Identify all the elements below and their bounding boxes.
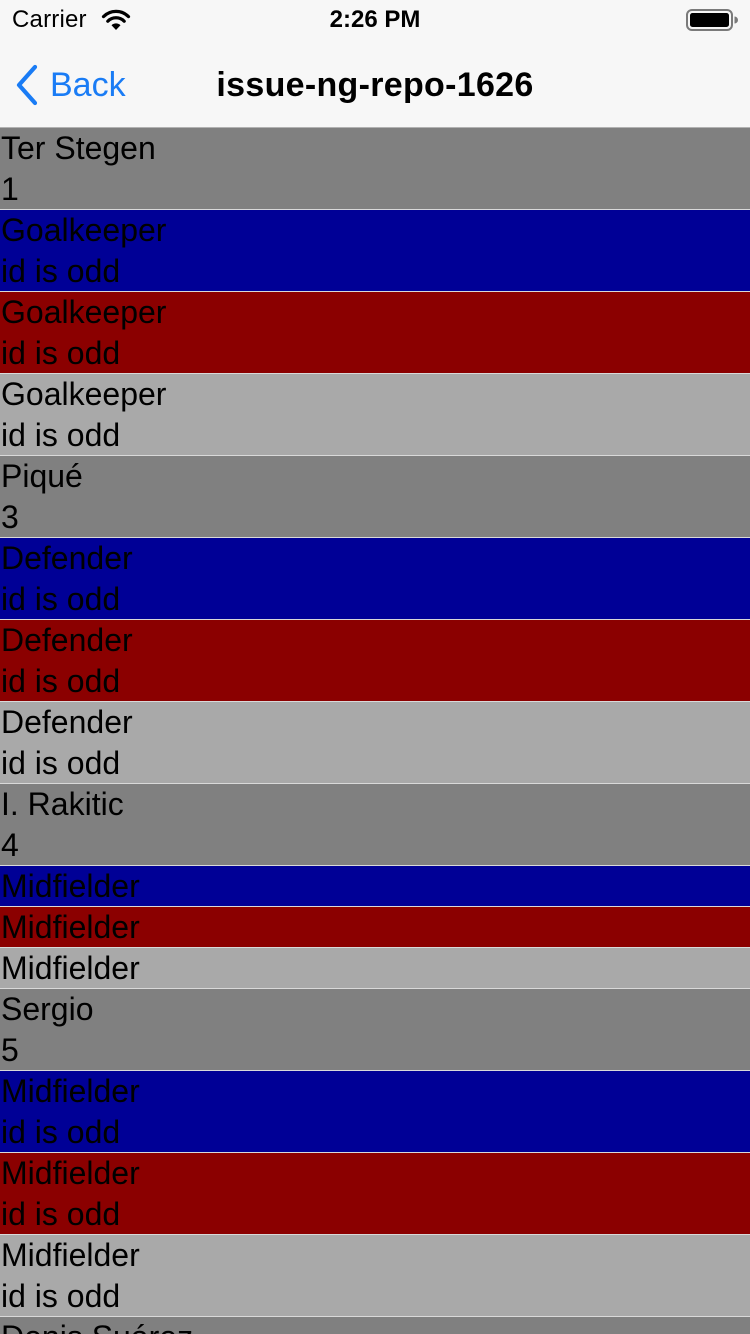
- id-parity-label: id is odd: [1, 1278, 121, 1314]
- position-label: Goalkeeper: [1, 376, 167, 412]
- id-parity-label: id is odd: [1, 1114, 121, 1150]
- player-name: Sergio: [1, 991, 94, 1027]
- player-name: I. Rakitic: [1, 786, 124, 822]
- navigation-bar: Back issue-ng-repo-1626: [0, 40, 750, 128]
- list-item[interactable]: Midfielder: [0, 866, 750, 907]
- list-item[interactable]: Defender id is odd: [0, 538, 750, 620]
- list-item[interactable]: Defender id is odd: [0, 702, 750, 784]
- list-item[interactable]: Midfielder id is odd: [0, 1153, 750, 1235]
- position-label: Midfielder: [1, 868, 140, 904]
- list-item[interactable]: Piqué 3: [0, 456, 750, 538]
- list-item[interactable]: Goalkeeper id is odd: [0, 374, 750, 456]
- position-label: Goalkeeper: [1, 294, 167, 330]
- position-label: Defender: [1, 704, 133, 740]
- list-item[interactable]: I. Rakitic 4: [0, 784, 750, 866]
- position-label: Defender: [1, 540, 133, 576]
- position-label: Midfielder: [1, 1237, 140, 1273]
- player-id: 1: [1, 171, 19, 207]
- id-parity-label: id is odd: [1, 581, 121, 617]
- position-label: Defender: [1, 622, 133, 658]
- position-label: Goalkeeper: [1, 212, 167, 248]
- status-bar: Carrier 2:26 PM: [0, 0, 750, 40]
- id-parity-label: id is odd: [1, 253, 121, 289]
- list-item[interactable]: Midfielder: [0, 907, 750, 948]
- list-item[interactable]: Ter Stegen 1: [0, 128, 750, 210]
- id-parity-label: id is odd: [1, 663, 121, 699]
- position-label: Midfielder: [1, 1155, 140, 1191]
- id-parity-label: id is odd: [1, 335, 121, 371]
- battery-icon: [686, 9, 738, 31]
- list-item[interactable]: Goalkeeper id is odd: [0, 292, 750, 374]
- player-name: Piqué: [1, 458, 83, 494]
- player-id: 5: [1, 1032, 19, 1068]
- list-item[interactable]: Defender id is odd: [0, 620, 750, 702]
- clock: 2:26 PM: [329, 6, 421, 33]
- position-label: Midfielder: [1, 1073, 140, 1109]
- player-name: Denis Suárez: [0, 1317, 750, 1334]
- id-parity-label: id is odd: [1, 417, 121, 453]
- position-label: Midfielder: [1, 909, 140, 945]
- id-parity-label: id is odd: [1, 745, 121, 781]
- list-item[interactable]: Denis Suárez: [0, 1317, 750, 1334]
- player-name: Ter Stegen: [1, 130, 156, 166]
- player-id: 4: [1, 827, 19, 863]
- position-label: Midfielder: [1, 950, 140, 986]
- list-item[interactable]: Midfielder id is odd: [0, 1235, 750, 1317]
- list-item[interactable]: Sergio 5: [0, 989, 750, 1071]
- player-list[interactable]: Ter Stegen 1 Goalkeeper id is odd Goalke…: [0, 128, 750, 1334]
- list-item[interactable]: Goalkeeper id is odd: [0, 210, 750, 292]
- list-item[interactable]: Midfielder id is odd: [0, 1071, 750, 1153]
- page-title: issue-ng-repo-1626: [216, 66, 534, 104]
- player-id: 3: [1, 499, 19, 535]
- id-parity-label: id is odd: [1, 1196, 121, 1232]
- list-item[interactable]: Midfielder: [0, 948, 750, 989]
